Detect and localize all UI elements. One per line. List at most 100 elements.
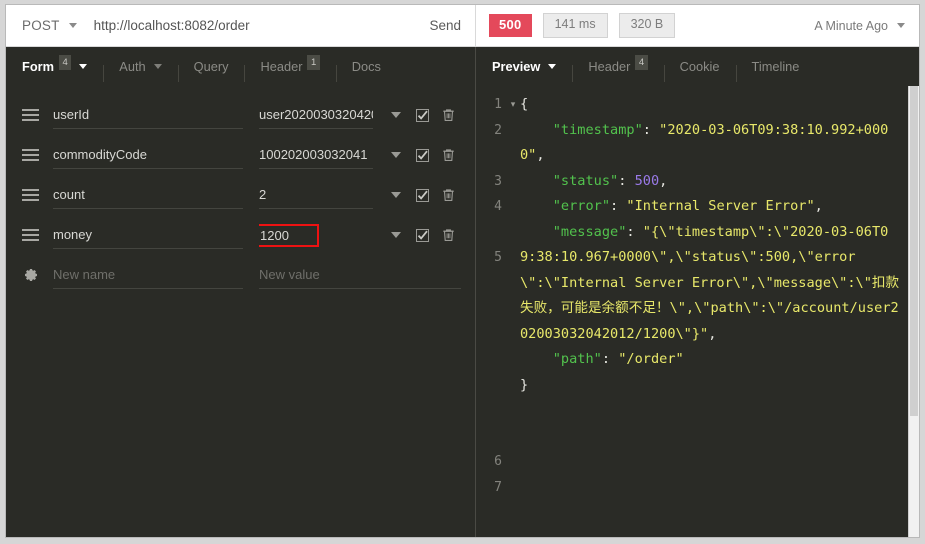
trash-icon[interactable] <box>435 102 461 128</box>
form-value-input[interactable]: user202003032042012 <box>259 101 373 129</box>
gear-icon[interactable] <box>22 268 39 282</box>
json-token-num: 500 <box>635 173 660 189</box>
http-method-label[interactable]: POST <box>22 18 60 33</box>
form-row: money 1200 <box>6 215 475 255</box>
tab-label: Auth <box>119 59 145 74</box>
status-badge: 500 <box>489 14 532 37</box>
chevron-down-icon[interactable] <box>383 222 409 248</box>
chevron-down-icon <box>897 23 905 28</box>
tab-auth[interactable]: Auth <box>103 47 177 86</box>
checkbox-checked-icon[interactable] <box>409 102 435 128</box>
form-value-input[interactable]: 1200 <box>259 221 373 249</box>
tab-form[interactable]: Form 4 <box>6 47 103 86</box>
tab-preview[interactable]: Preview <box>476 47 572 86</box>
time-ago-label: A Minute Ago <box>814 19 888 33</box>
drag-handle-icon[interactable] <box>22 229 39 241</box>
tab-label: Preview <box>492 59 540 74</box>
scrollbar-thumb[interactable] <box>910 86 918 416</box>
response-tabs: Preview Header 4 Cookie Timeline <box>476 47 919 86</box>
fold-column: ▾ <box>506 92 520 537</box>
row-actions <box>383 142 461 168</box>
trash-icon[interactable] <box>435 222 461 248</box>
json-token-punc: : <box>643 122 659 138</box>
vertical-scrollbar[interactable] <box>908 86 919 537</box>
json-token-punc <box>520 122 553 138</box>
tab-label: Docs <box>352 59 381 74</box>
request-tabs: Form 4 Auth Query Header1 Docs <box>6 47 476 86</box>
tab-query[interactable]: Query <box>178 47 245 86</box>
json-token-punc: : <box>618 173 634 189</box>
send-button[interactable]: Send <box>419 18 461 33</box>
checkbox-checked-icon[interactable] <box>409 182 435 208</box>
fold-spacer <box>506 449 520 475</box>
tab-label: Header <box>588 59 630 74</box>
tab-label: Cookie <box>680 59 720 74</box>
chevron-down-icon[interactable] <box>69 23 77 28</box>
response-panel: 1234567 ▾ { "timestamp": "2020-03-06T09:… <box>476 86 919 537</box>
chevron-down-icon[interactable] <box>383 102 409 128</box>
chevron-down-icon[interactable] <box>548 64 556 69</box>
main-body: userId user202003032042012 commodityCode 10… <box>6 86 919 537</box>
json-token-punc: , <box>536 147 544 163</box>
json-token-key: "message" <box>553 224 627 240</box>
new-key-input[interactable]: New name <box>53 261 243 289</box>
row-actions <box>383 182 461 208</box>
fold-spacer <box>506 475 520 501</box>
checkbox-checked-icon[interactable] <box>409 142 435 168</box>
json-token-punc: : <box>626 224 642 240</box>
size-chip: 320 B <box>619 13 676 38</box>
history-dropdown[interactable]: A Minute Ago <box>814 19 905 33</box>
form-key-input[interactable]: userId <box>53 101 243 129</box>
checkbox-checked-icon[interactable] <box>409 222 435 248</box>
json-token-key: "status" <box>553 173 618 189</box>
trash-icon[interactable] <box>435 142 461 168</box>
line-number: 2 <box>476 118 502 169</box>
tab-header[interactable]: Header 4 <box>572 47 663 86</box>
tab-label: Header <box>260 59 302 74</box>
drag-handle-icon[interactable] <box>22 149 39 161</box>
json-token-punc <box>520 351 553 367</box>
tab-cookie[interactable]: Cookie <box>664 47 736 86</box>
fold-spacer <box>506 118 520 169</box>
form-key-input[interactable]: commodityCode <box>53 141 243 169</box>
fold-spacer <box>506 169 520 195</box>
api-client-window: POST http://localhost:8082/order Send 50… <box>5 4 920 538</box>
line-number: 4 <box>476 194 502 245</box>
trash-icon[interactable] <box>435 182 461 208</box>
form-value-input[interactable]: 100202003032041 <box>259 141 373 169</box>
response-json-body[interactable]: { "timestamp": "2020-03-06T09:38:10.992+… <box>520 92 908 537</box>
form-key-input[interactable]: count <box>53 181 243 209</box>
tab-count-badge: 4 <box>59 55 71 70</box>
fold-toggle-icon[interactable]: ▾ <box>506 92 520 118</box>
form-value-input[interactable]: 2 <box>259 181 373 209</box>
tab-label: Form <box>22 59 54 74</box>
app-root: POST http://localhost:8082/order Send 50… <box>0 0 925 544</box>
tab-label: Query <box>194 59 229 74</box>
tab-docs[interactable]: Docs <box>336 47 397 86</box>
form-key-input[interactable]: money <box>53 221 243 249</box>
url-input[interactable]: http://localhost:8082/order <box>94 18 420 33</box>
tab-count-badge: 4 <box>635 55 647 70</box>
chevron-down-icon[interactable] <box>383 182 409 208</box>
json-token-key: "timestamp" <box>553 122 643 138</box>
line-number: 6 <box>476 449 502 475</box>
json-token-punc: } <box>520 377 528 393</box>
tab-timeline[interactable]: Timeline <box>736 47 816 86</box>
request-url-bar: POST http://localhost:8082/order Send <box>6 5 476 46</box>
chevron-down-icon[interactable] <box>383 142 409 168</box>
drag-handle-icon[interactable] <box>22 109 39 121</box>
line-number: 7 <box>476 475 502 501</box>
new-value-input[interactable]: New value <box>259 261 461 289</box>
tab-label: Timeline <box>752 59 800 74</box>
fold-spacer <box>506 245 520 449</box>
json-token-punc <box>520 224 553 240</box>
chevron-down-icon[interactable] <box>79 64 87 69</box>
highlight-annotation: 1200 <box>259 224 319 247</box>
tab-header[interactable]: Header1 <box>244 47 335 86</box>
chevron-down-icon[interactable] <box>154 64 162 69</box>
json-token-key: "error" <box>553 198 610 214</box>
drag-handle-icon[interactable] <box>22 189 39 201</box>
response-code-area: 1234567 ▾ { "timestamp": "2020-03-06T09:… <box>476 86 908 537</box>
fold-spacer <box>506 194 520 245</box>
form-row: count 2 <box>6 175 475 215</box>
